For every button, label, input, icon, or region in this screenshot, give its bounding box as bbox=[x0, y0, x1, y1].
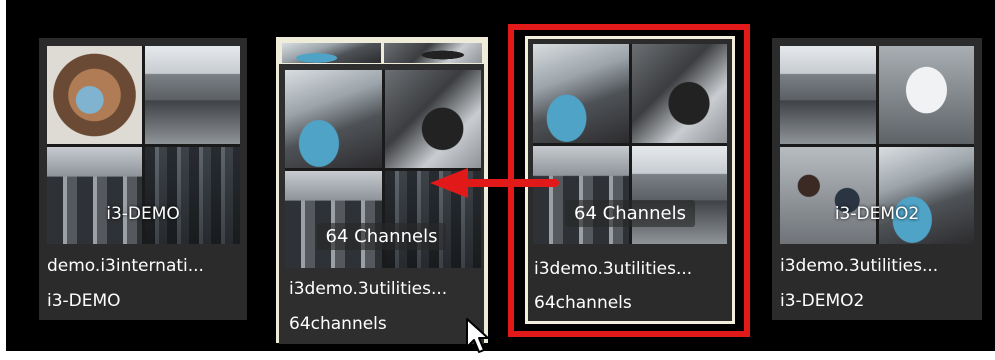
left-arrow-icon bbox=[430, 168, 559, 198]
server-address: i3demo.3utilities... bbox=[534, 259, 693, 279]
camera-preview bbox=[384, 70, 481, 168]
server-address: i3demo.3utilities... bbox=[780, 256, 939, 276]
camera-preview bbox=[285, 170, 382, 268]
server-name: i3-DEMO2 bbox=[780, 291, 865, 311]
server-name: i3-DEMO bbox=[47, 291, 121, 311]
server-tile-demo[interactable]: i3-DEMO demo.i3internati... i3-DEMO bbox=[39, 38, 247, 320]
thumbnail-overlay-label: 64 Channels bbox=[316, 223, 447, 250]
server-name: 64channels bbox=[534, 293, 632, 313]
camera-preview bbox=[780, 46, 876, 144]
drag-ghost-peek bbox=[282, 43, 482, 63]
thumbnail-overlay-label: 64 Channels bbox=[565, 200, 695, 227]
camera-preview bbox=[47, 46, 142, 144]
camera-preview bbox=[145, 46, 240, 144]
camera-preview bbox=[285, 70, 382, 168]
mouse-pointer-icon bbox=[466, 318, 489, 353]
camera-preview bbox=[533, 44, 629, 143]
camera-preview bbox=[631, 145, 727, 244]
camera-preview bbox=[383, 43, 482, 63]
server-tile-demo2[interactable]: i3-DEMO2 i3demo.3utilities... i3-DEMO2 bbox=[772, 38, 982, 320]
thumbnail-overlay-label: i3-DEMO bbox=[106, 204, 180, 224]
server-address: i3demo.3utilities... bbox=[289, 279, 448, 299]
camera-preview bbox=[631, 44, 727, 143]
server-name: 64channels bbox=[289, 314, 387, 334]
camera-preview bbox=[780, 146, 876, 244]
camera-preview bbox=[878, 146, 974, 244]
camera-preview bbox=[145, 146, 240, 244]
camera-preview bbox=[282, 43, 381, 63]
thumbnail-overlay-label: i3-DEMO2 bbox=[834, 204, 920, 224]
server-address: demo.i3internati... bbox=[47, 256, 204, 276]
camera-preview bbox=[47, 146, 142, 244]
server-tile-dragging[interactable]: 64 Channels i3demo.3utilities... 64chann… bbox=[279, 64, 484, 344]
camera-preview bbox=[878, 46, 974, 144]
